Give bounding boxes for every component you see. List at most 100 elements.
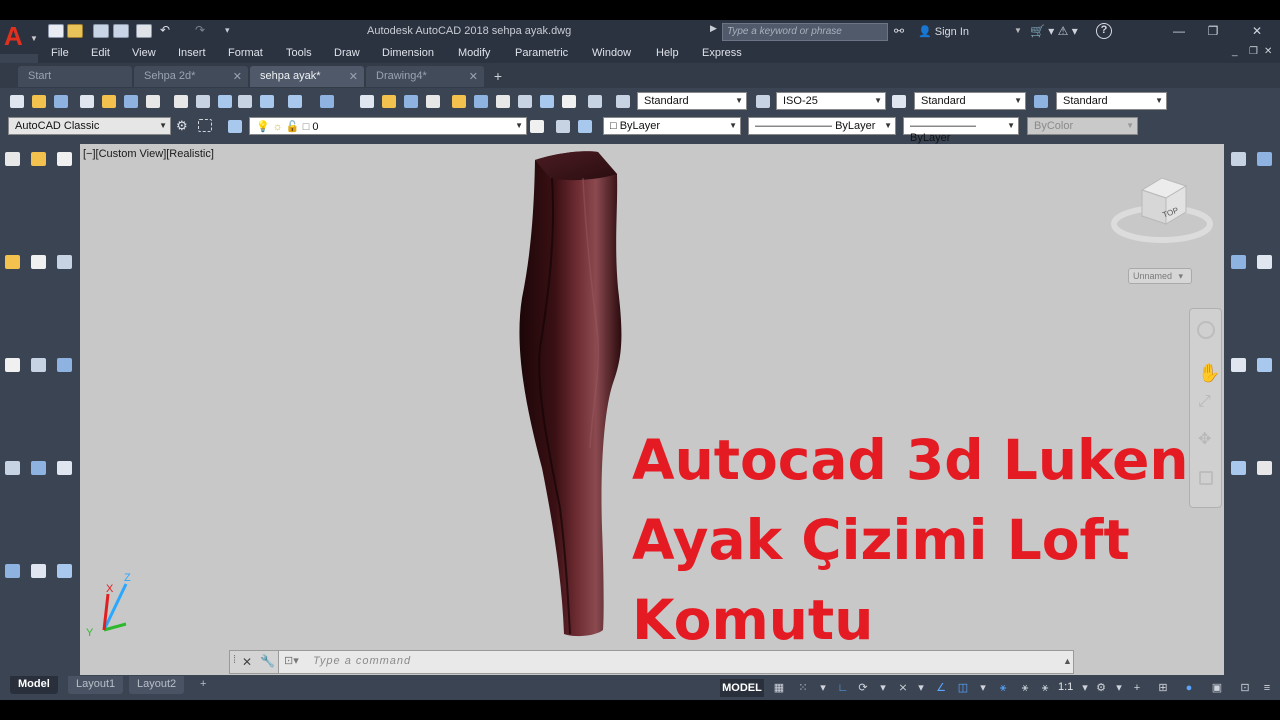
toolbar-tool-icon[interactable] <box>496 95 510 108</box>
palette-tool-icon[interactable] <box>57 399 72 413</box>
palette-tool-icon[interactable] <box>5 564 20 578</box>
palette-tool-icon[interactable] <box>1231 440 1246 454</box>
cart-icon[interactable]: 🛒 ▾ ⚠ ▾ <box>1030 24 1078 38</box>
palette-tool-icon[interactable] <box>5 585 20 599</box>
named-view-dropdown[interactable]: Unnamed ▾ <box>1128 268 1192 284</box>
palette-tool-icon[interactable] <box>31 173 46 187</box>
customize-quick-access-icon[interactable]: ▾ <box>225 24 241 38</box>
toolbar-tool-icon[interactable] <box>892 95 906 108</box>
palette-tool-icon[interactable] <box>31 399 46 413</box>
chevron-down-icon[interactable]: ▾ <box>816 681 830 695</box>
palette-tool-icon[interactable] <box>1257 193 1272 207</box>
palette-tool-icon[interactable] <box>31 482 46 496</box>
palette-tool-icon[interactable] <box>57 502 72 516</box>
toolbar-tool-icon[interactable] <box>404 95 418 108</box>
object-snap-icon[interactable]: ◫ <box>956 681 970 695</box>
undo-icon[interactable]: ↶ <box>160 24 176 38</box>
palette-tool-icon[interactable] <box>57 358 72 372</box>
palette-tool-icon[interactable] <box>1257 255 1272 269</box>
command-history-icon[interactable]: ▲ <box>1063 656 1072 666</box>
doc-minimize-button[interactable]: _ <box>1232 46 1238 57</box>
palette-tool-icon[interactable] <box>57 234 72 248</box>
doc-restore-button[interactable]: ❐ <box>1249 46 1258 57</box>
doc-close-button[interactable]: ✕ <box>1264 46 1272 57</box>
mleader-style-combo[interactable]: Standard ▼ <box>1056 92 1167 110</box>
ortho-icon[interactable]: ∟ <box>836 681 850 695</box>
menu-help[interactable]: Help <box>656 47 679 59</box>
autoscale-icon[interactable]: ⚹ <box>1018 681 1032 695</box>
palette-tool-icon[interactable] <box>31 193 46 207</box>
command-prompt-icon[interactable]: ⊡▾ <box>284 654 299 667</box>
palette-tool-icon[interactable] <box>1231 482 1246 496</box>
menu-parametric[interactable]: Parametric <box>515 47 568 59</box>
palette-tool-icon[interactable] <box>5 482 20 496</box>
palette-tool-icon[interactable] <box>31 255 46 269</box>
palette-tool-icon[interactable] <box>31 502 46 516</box>
clean-screen-icon[interactable]: ⊡ <box>1238 681 1252 695</box>
palette-tool-icon[interactable] <box>1231 173 1246 187</box>
palette-tool-icon[interactable] <box>57 440 72 454</box>
palette-tool-icon[interactable] <box>1231 234 1246 248</box>
menu-modify[interactable]: Modify <box>458 47 490 59</box>
palette-tool-icon[interactable] <box>31 234 46 248</box>
palette-tool-icon[interactable] <box>1231 317 1246 331</box>
palette-tool-icon[interactable] <box>1257 399 1272 413</box>
palette-tool-icon[interactable] <box>1257 152 1272 166</box>
steering-wheel-icon[interactable] <box>1197 321 1215 339</box>
palette-tool-icon[interactable] <box>31 276 46 290</box>
menu-dimension[interactable]: Dimension <box>382 47 434 59</box>
palette-tool-icon[interactable] <box>31 523 46 537</box>
menu-express[interactable]: Express <box>702 47 742 59</box>
palette-tool-icon[interactable] <box>1257 482 1272 496</box>
palette-tool-icon[interactable] <box>1257 358 1272 372</box>
toolbar-tool-icon[interactable] <box>10 95 24 108</box>
minimize-button[interactable]: — <box>1162 22 1196 40</box>
close-button[interactable]: ✕ <box>1240 22 1274 40</box>
linetype-combo[interactable]: ——————— ByLayer ▼ <box>748 117 896 135</box>
palette-tool-icon[interactable] <box>1257 296 1272 310</box>
viewport-controls-label[interactable]: [−][Custom View][Realistic] <box>83 148 214 160</box>
palette-tool-icon[interactable] <box>57 482 72 496</box>
palette-tool-icon[interactable] <box>1231 461 1246 475</box>
layout-tab-layout1[interactable]: Layout1 <box>68 676 124 694</box>
toolbar-tool-icon[interactable] <box>588 95 602 108</box>
open-icon[interactable] <box>67 24 83 38</box>
palette-tool-icon[interactable] <box>5 255 20 269</box>
add-layout-button[interactable]: + <box>192 676 214 694</box>
palette-tool-icon[interactable] <box>31 296 46 310</box>
palette-tool-icon[interactable] <box>5 193 20 207</box>
palette-tool-icon[interactable] <box>31 564 46 578</box>
palette-tool-icon[interactable] <box>1231 193 1246 207</box>
save-icon[interactable] <box>93 24 109 38</box>
palette-tool-icon[interactable] <box>1231 420 1246 434</box>
palette-tool-icon[interactable] <box>31 337 46 351</box>
isolate-objects-icon[interactable]: ▣ <box>1210 681 1224 695</box>
palette-tool-icon[interactable] <box>57 543 72 557</box>
palette-tool-icon[interactable] <box>5 214 20 228</box>
toolbar-tool-icon[interactable] <box>518 95 532 108</box>
palette-tool-icon[interactable] <box>5 296 20 310</box>
save-as-icon[interactable] <box>113 24 129 38</box>
gear-icon[interactable]: ⚙ <box>176 119 190 132</box>
palette-tool-icon[interactable] <box>57 317 72 331</box>
hardware-acceleration-icon[interactable]: ● <box>1182 681 1196 695</box>
tab-start[interactable]: Start <box>18 66 132 87</box>
palette-tool-icon[interactable] <box>5 337 20 351</box>
palette-tool-icon[interactable] <box>1257 317 1272 331</box>
chevron-down-icon[interactable]: ▾ <box>1078 681 1092 695</box>
palette-tool-icon[interactable] <box>31 317 46 331</box>
palette-tool-icon[interactable] <box>1231 523 1246 537</box>
table-style-combo[interactable]: Standard ▼ <box>914 92 1026 110</box>
palette-tool-icon[interactable] <box>1257 461 1272 475</box>
palette-tool-icon[interactable] <box>5 399 20 413</box>
color-combo[interactable]: □ ByLayer ▼ <box>603 117 741 135</box>
palette-tool-icon[interactable] <box>5 317 20 331</box>
close-icon[interactable]: ✕ <box>242 655 252 669</box>
palette-tool-icon[interactable] <box>57 214 72 228</box>
palette-tool-icon[interactable] <box>5 543 20 557</box>
toolbar-tool-icon[interactable] <box>556 120 570 133</box>
palette-tool-icon[interactable] <box>5 152 20 166</box>
workspace-lock-icon[interactable] <box>198 119 212 132</box>
menu-format[interactable]: Format <box>228 47 263 59</box>
palette-tool-icon[interactable] <box>1231 255 1246 269</box>
